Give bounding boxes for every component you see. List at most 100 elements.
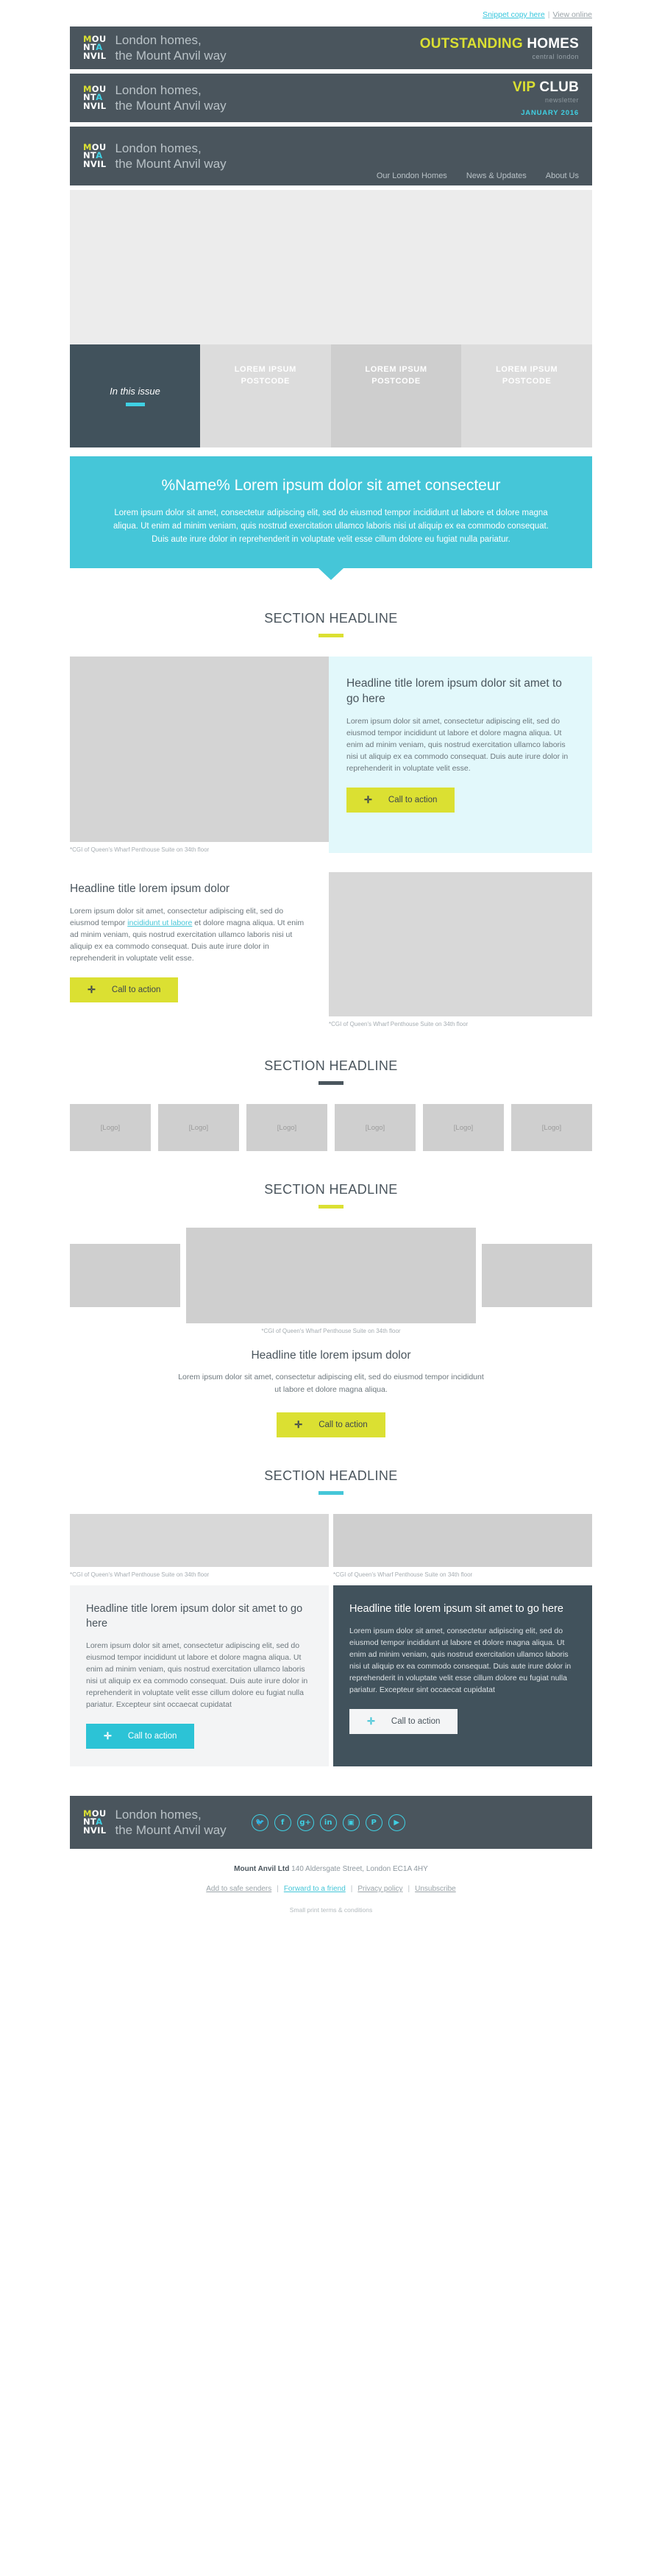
issue-cell-1-line1: LOREM IPSUM [234,365,296,374]
feature-2-title: Headline title lorem ipsum dolor [70,882,230,895]
footer-link-privacy-policy[interactable]: Privacy policy [357,1885,402,1893]
section-headline-4: SECTION HEADLINE [0,1437,662,1495]
feature-2-caption: *CGI of Queen's Wharf Penthouse Suite on… [329,1021,469,1027]
footer-company-name: Mount Anvil Ltd [234,1865,290,1873]
banner-outstanding-homes: MOU NTA NVIL London homes, the Mount Anv… [70,26,592,69]
section-headline-2: SECTION HEADLINE [0,1027,662,1085]
mount-anvil-logo-icon: MOU NTA NVIL [83,141,107,169]
gallery-caption-wrap: *CGI of Queen's Wharf Penthouse Suite on… [70,1323,592,1334]
section-headline-1-text: SECTION HEADLINE [264,611,398,626]
plus-icon: ✛ [104,1730,112,1741]
logo-block-2[interactable]: MOU NTA NVIL London homes, the Mount Anv… [70,82,227,113]
feature-2-inline-link[interactable]: incididunt ut labore [127,919,192,927]
intro-headline: %Name% Lorem ipsum dolor sit amet consec… [161,477,501,494]
tagline-line-2: the Mount Anvil way [115,49,227,63]
plus-icon: ✛ [88,984,96,995]
footer-small-print: Small print terms & conditions [289,1906,373,1914]
logo-item[interactable]: [Logo] [423,1104,504,1151]
issue-cell-3-line1: LOREM IPSUM [496,365,558,374]
gallery-cta-button[interactable]: ✛ Call to action [277,1412,385,1437]
banner-navigation: MOU NTA NVIL London homes, the Mount Anv… [70,127,592,185]
twitter-icon[interactable]: 🐦 [251,1814,268,1831]
mount-anvil-logo-icon: MOU NTA NVIL [83,83,107,111]
feature-2-cta-button[interactable]: ✛ Call to action [70,977,179,1002]
footer-sep-2: | [350,1885,353,1893]
twocol-caption-left-wrap: *CGI of Queen's Wharf Penthouse Suite on… [70,1567,329,1578]
twocol-left-body: Lorem ipsum dolor sit amet, consectetur … [86,1641,308,1709]
tagline-line-1: London homes, [115,83,202,97]
twocol-left-cta-button[interactable]: ✛ Call to action [86,1724,195,1749]
section-headline-2-text: SECTION HEADLINE [264,1058,398,1073]
feature-1-cta-label: Call to action [388,796,438,804]
twocol-caption-left: *CGI of Queen's Wharf Penthouse Suite on… [70,1571,210,1578]
logo-item[interactable]: [Logo] [246,1104,327,1151]
snippet-copy-link[interactable]: Snippet copy here [483,10,545,19]
issue-cell-3-line2: POSTCODE [502,377,552,386]
google-plus-icon[interactable]: g+ [296,1814,314,1831]
feature-2-cta-label: Call to action [111,986,161,994]
footer-logo-block[interactable]: MOU NTA NVIL London homes, the Mount Anv… [70,1807,227,1838]
feature-row-1: *CGI of Queen's Wharf Penthouse Suite on… [70,657,592,853]
plus-icon: ✛ [367,1716,375,1727]
vip-club-subtitle: newsletter [544,96,579,104]
logo-item[interactable]: [Logo] [158,1104,239,1151]
issue-cell-1[interactable]: LOREM IPSUM POSTCODE [200,344,331,447]
feature-1-panel: Headline title lorem ipsum dolor sit ame… [329,657,592,853]
feature-1-caption: *CGI of Queen's Wharf Penthouse Suite on… [70,846,210,853]
twocol-panel-right: Headline title lorem ipsum sit amet to g… [333,1585,592,1766]
footer-bar: MOU NTA NVIL London homes, the Mount Anv… [70,1796,592,1849]
section-headline-3: SECTION HEADLINE [0,1151,662,1209]
twocol-right-title: Headline title lorem ipsum sit amet to g… [349,1603,563,1615]
footer-link-add-to-safe-senders[interactable]: Add to safe senders [206,1885,271,1893]
outstanding-homes-subtitle: central london [532,52,579,60]
intro-arrow-icon [318,568,344,580]
twocol-right-body: Lorem ipsum dolor sit amet, consectetur … [349,1627,572,1694]
logo-item[interactable]: [Logo] [70,1104,151,1151]
logo-item[interactable]: [Logo] [511,1104,592,1151]
feature-2-image-placeholder [329,872,592,1016]
footer-link-unsubscribe[interactable]: Unsubscribe [415,1885,456,1893]
gallery-image-right [482,1244,592,1307]
logo-block[interactable]: MOU NTA NVIL London homes, the Mount Anv… [70,32,227,63]
banner-outstanding-right: OUTSTANDING HOMES central london [420,36,592,60]
view-online-link[interactable]: View online [552,10,592,19]
feature-1-body: Lorem ipsum dolor sit amet, consectetur … [346,717,569,773]
feature-2-body: Lorem ipsum dolor sit amet, consectetur … [70,905,311,964]
section-rule-1 [318,634,344,637]
gallery-block-body: Lorem ipsum dolor sit amet, consectetur … [178,1373,484,1394]
facebook-icon[interactable]: f [274,1814,291,1831]
linkedin-icon[interactable]: in [319,1814,337,1831]
twocol-image-right [333,1514,592,1567]
youtube-icon[interactable]: ▶ [388,1814,405,1831]
twocol-panel-left: Headline title lorem ipsum dolor sit ame… [70,1585,329,1766]
footer-address: Mount Anvil Ltd 140 Aldersgate Street, L… [0,1849,662,1873]
issue-cell-1-line2: POSTCODE [241,377,291,386]
footer-sep-1: | [277,1885,279,1893]
vip-club-date: JANUARY 2016 [521,108,579,117]
footer-link-forward-to-a-friend[interactable]: Forward to a friend [284,1885,346,1893]
twocol-right-cta-button[interactable]: ✛ Call to action [349,1709,458,1734]
tagline-line-2: the Mount Anvil way [115,1823,227,1837]
feature-1-cta-button[interactable]: ✛ Call to action [346,788,455,813]
section-rule-4 [318,1491,344,1495]
issue-cell-2[interactable]: LOREM IPSUM POSTCODE [330,344,462,447]
logo-item[interactable]: [Logo] [335,1104,416,1151]
footer-links: Add to safe senders | Forward to a friend |… [0,1873,662,1893]
twocol-caption-right: *CGI of Queen's Wharf Penthouse Suite on… [333,1571,473,1578]
outstanding-homes-title: OUTSTANDING HOMES [419,35,579,52]
twocol-captions: *CGI of Queen's Wharf Penthouse Suite on… [70,1567,592,1578]
email-page: Snippet copy here | View online MOU NTA NV… [0,0,662,1914]
nav-item-news-updates[interactable]: News & Updates [466,171,527,180]
brand-tagline: London homes, the Mount Anvil way [115,32,226,63]
nav-item-about-us[interactable]: About Us [546,171,579,180]
brand-tagline: London homes, the Mount Anvil way [115,141,226,171]
instagram-icon[interactable]: ▣ [342,1814,360,1831]
twocol-right-cta-label: Call to action [391,1717,441,1726]
issue-cell-3[interactable]: LOREM IPSUM POSTCODE [461,344,593,447]
nav-item-our-london-homes[interactable]: Our London Homes [377,171,447,180]
gallery-cta-label: Call to action [318,1420,368,1429]
logo-block-3[interactable]: MOU NTA NVIL London homes, the Mount Anv… [70,141,227,171]
gallery-caption: *CGI of Queen's Wharf Penthouse Suite on… [261,1328,401,1334]
section-rule-2 [318,1081,344,1085]
pinterest-icon[interactable]: P [365,1814,382,1831]
